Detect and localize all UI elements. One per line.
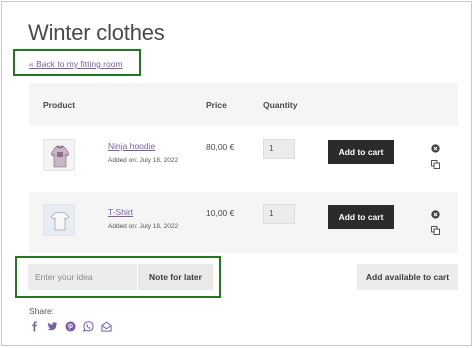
product-link[interactable]: T-Shirt — [108, 207, 133, 217]
table-row: T-Shirt Added on: July 18, 2022 10,00 € … — [29, 192, 458, 253]
share-label: Share: — [29, 306, 55, 316]
quantity-input[interactable]: 1 — [263, 139, 295, 159]
wishlist-table: Product Price Quantity Ninja hoodie Adde… — [29, 83, 458, 253]
added-date: Added on: July 18, 2022 — [108, 157, 179, 164]
email-icon[interactable] — [101, 319, 112, 332]
header-price: Price — [206, 100, 227, 110]
share-icons — [29, 319, 112, 332]
add-to-cart-button[interactable]: Add to cart — [328, 205, 394, 229]
whatsapp-icon[interactable] — [82, 319, 94, 332]
hoodie-thumbnail[interactable] — [43, 139, 75, 171]
header-quantity: Quantity — [263, 100, 298, 110]
tshirt-thumbnail[interactable] — [43, 204, 75, 236]
table-row: Ninja hoodie Added on: July 18, 2022 80,… — [29, 126, 458, 192]
page-title: Winter clothes — [28, 20, 165, 45]
header-product: Product — [43, 100, 76, 110]
move-to-list-icon[interactable] — [431, 222, 440, 240]
idea-input[interactable]: Enter your idea — [28, 264, 137, 290]
twitter-icon[interactable] — [47, 319, 58, 331]
product-price: 80,00 € — [206, 142, 235, 152]
add-to-cart-button[interactable]: Add to cart — [328, 140, 394, 164]
pinterest-icon[interactable] — [65, 319, 76, 332]
move-to-list-icon[interactable] — [431, 156, 440, 174]
table-header: Product Price Quantity — [29, 83, 458, 126]
product-link[interactable]: Ninja hoodie — [108, 141, 155, 151]
back-to-fitting-room-link[interactable]: « Back to my fitting room — [29, 59, 123, 69]
quantity-input[interactable]: 1 — [263, 204, 295, 224]
add-available-to-cart-button[interactable]: Add available to cart — [357, 264, 458, 290]
note-for-later-button[interactable]: Note for later — [138, 264, 213, 290]
facebook-icon[interactable] — [29, 319, 40, 332]
added-date: Added on: July 18, 2022 — [108, 223, 179, 230]
product-price: 10,00 € — [206, 208, 235, 218]
